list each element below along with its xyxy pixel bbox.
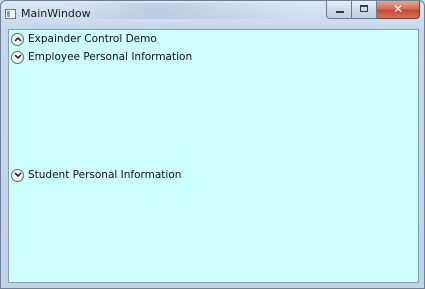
title-bar[interactable]: MainWindow ✕ bbox=[1, 1, 424, 29]
minimize-icon bbox=[336, 11, 344, 13]
client-area: Expainder Control Demo Employee Personal… bbox=[8, 29, 419, 283]
main-window: MainWindow ✕ Expainder Control Demo Empl… bbox=[0, 0, 425, 289]
chevron-down-icon[interactable] bbox=[11, 168, 24, 182]
maximize-icon bbox=[360, 5, 368, 12]
expander-label-student: Student Personal Information bbox=[28, 169, 182, 181]
minimize-button[interactable] bbox=[326, 1, 352, 19]
close-button[interactable]: ✕ bbox=[377, 1, 420, 19]
expander-label-employee: Employee Personal Information bbox=[28, 51, 193, 63]
title-bar-background-blur bbox=[61, 3, 301, 19]
window-icon[interactable] bbox=[5, 9, 16, 19]
chevron-down-icon[interactable] bbox=[11, 50, 24, 64]
expander-header-employee[interactable]: Employee Personal Information bbox=[9, 49, 192, 65]
expander-label-demo: Expainder Control Demo bbox=[28, 33, 157, 45]
window-title: MainWindow bbox=[21, 7, 91, 20]
expander-header-demo[interactable]: Expainder Control Demo bbox=[9, 31, 157, 47]
close-icon: ✕ bbox=[392, 2, 404, 16]
caption-buttons: ✕ bbox=[326, 1, 420, 20]
maximize-button[interactable] bbox=[352, 1, 377, 19]
chevron-up-icon[interactable] bbox=[11, 32, 24, 46]
expander-header-student[interactable]: Student Personal Information bbox=[9, 167, 181, 183]
